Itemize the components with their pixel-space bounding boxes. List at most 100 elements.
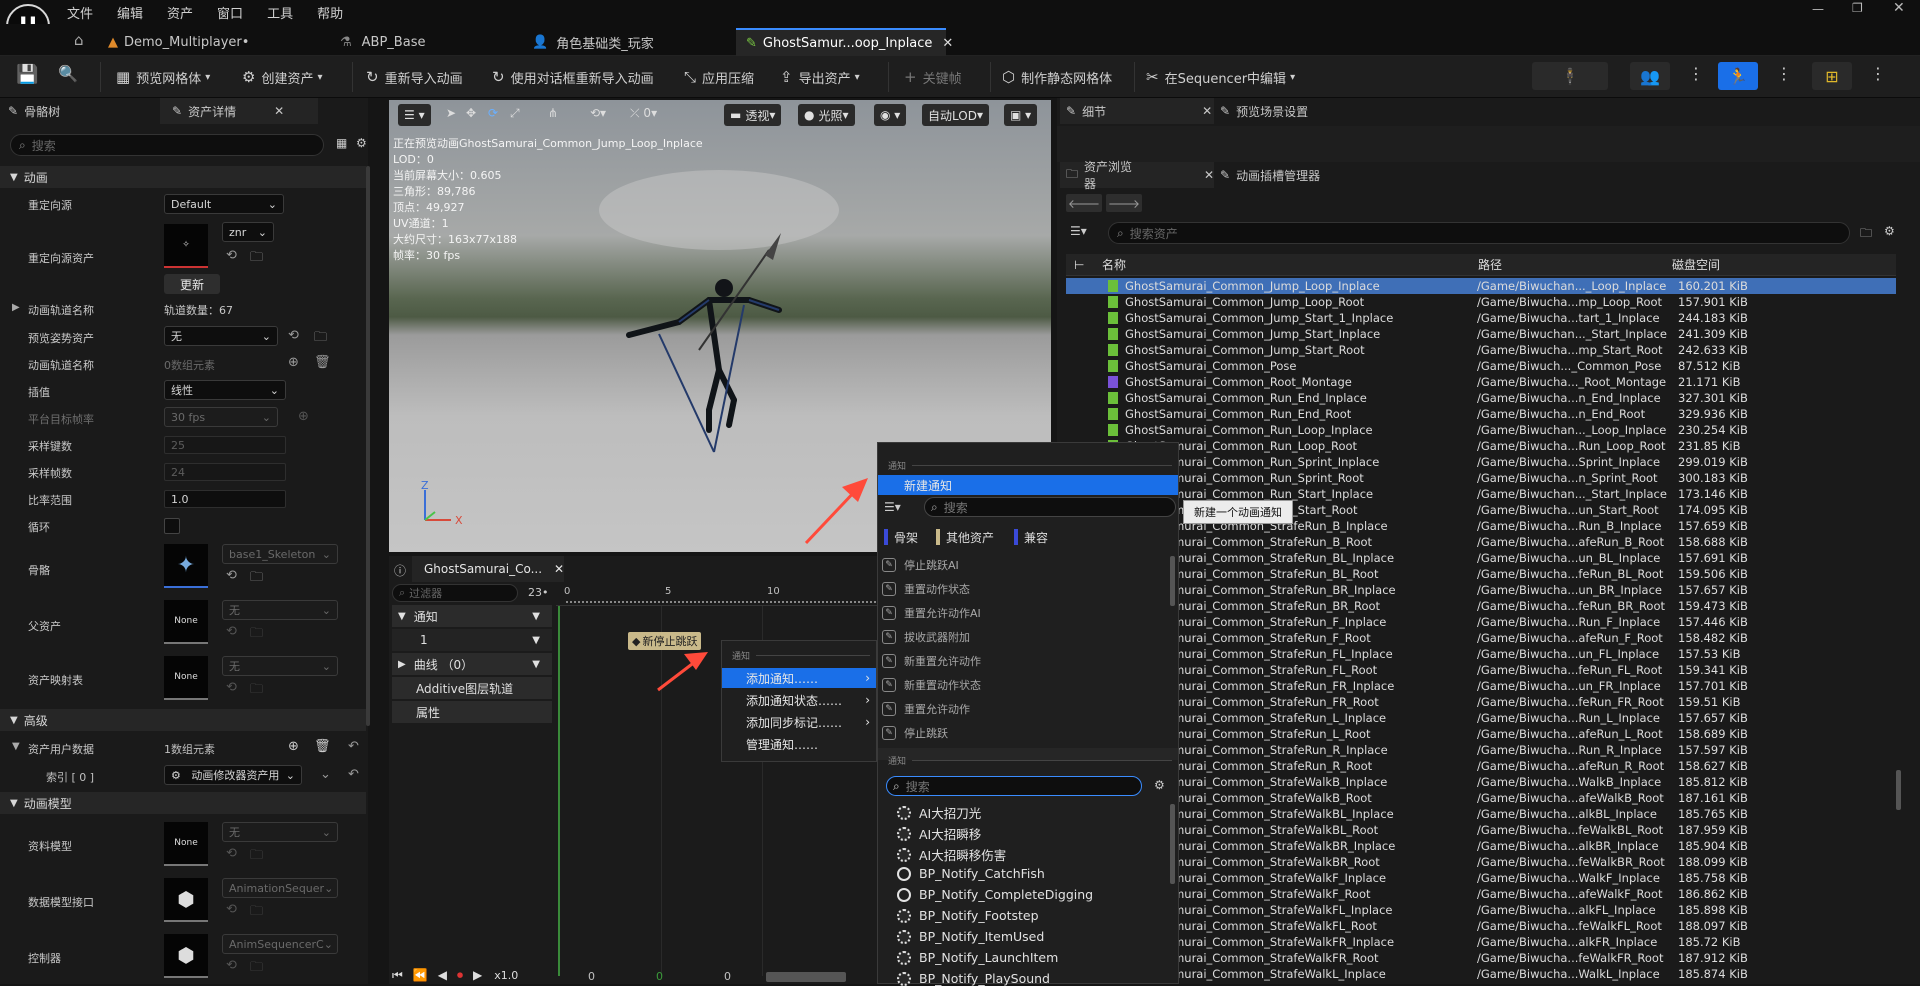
tab-player-character[interactable]: 👤 角色基础类_玩家 xyxy=(522,28,732,56)
column-name[interactable]: 名称 xyxy=(1102,256,1126,273)
help-icon[interactable]: ⓘ xyxy=(394,562,406,579)
use-selected-icon[interactable]: ⟲ xyxy=(288,328,299,343)
browse-asset-icon[interactable]: 🗀 xyxy=(250,248,263,270)
forward-button[interactable]: 🡒 xyxy=(1106,194,1142,212)
asset-row[interactable]: GhostSamurai_Common_Run_End_Root/Game/Bi… xyxy=(1066,406,1896,422)
reset-icon[interactable]: ↶ xyxy=(348,739,359,754)
asset-row[interactable]: GhostSamurai_Common_StrafeRun_BR_Inplace… xyxy=(1066,582,1896,598)
skeleton-notify-item[interactable]: ✎ 重置允许动作AI xyxy=(882,605,981,621)
asset-row[interactable]: GhostSamurai_Common_Run_Sprint_Root/Game… xyxy=(1066,470,1896,486)
skeleton-notify-item[interactable]: ✎ 停止跳跃AI xyxy=(882,557,959,573)
asset-row[interactable]: GhostSamurai_Common_StrafeWalkFL_Inplace… xyxy=(1066,902,1896,918)
asset-row[interactable]: GhostSamurai_Common_StrafeWalkFL_Root/Ga… xyxy=(1066,918,1896,934)
asset-row[interactable]: GhostSamurai_Common_StrafeWalkB_Root/Gam… xyxy=(1066,790,1896,806)
bp-list-scrollbar[interactable] xyxy=(1170,804,1175,884)
rate-scale-field[interactable]: 1.0 xyxy=(164,490,286,508)
use-selected-icon[interactable]: ⟲ xyxy=(226,680,237,695)
asset-mapping-dropdown[interactable]: 无 ⌄ xyxy=(222,656,338,676)
menu-tools[interactable]: 工具 xyxy=(267,3,293,22)
asset-row[interactable]: GhostSamurai_Common_StrafeRun_FL_Inplace… xyxy=(1066,646,1896,662)
timeline-filter-input[interactable]: ⌕ 过滤器 xyxy=(392,584,518,602)
bp-notify-search-input[interactable]: ⌕ 搜索 xyxy=(886,776,1142,796)
tab-details[interactable]: ✎ 细节 ✕ xyxy=(1060,98,1214,124)
platform-fps-dropdown[interactable]: 30 fps ⌄ xyxy=(164,407,278,427)
interpolation-dropdown[interactable]: 线性 ⌄ xyxy=(164,380,286,400)
left-scrollbar[interactable] xyxy=(366,166,370,726)
asset-search-input[interactable]: ⌕ 搜索资产 xyxy=(1108,222,1850,244)
asset-row[interactable]: GhostSamurai_Common_StrafeRun_L_Root/Gam… xyxy=(1066,726,1896,742)
timeline-tab[interactable]: GhostSamurai_Co... ✕ xyxy=(412,556,564,582)
asset-row[interactable]: GhostSamurai_Common_StrafeRun_F_Root/Gam… xyxy=(1066,630,1896,646)
settings-icon[interactable]: ⚙ xyxy=(1154,778,1165,792)
asset-row[interactable]: GhostSamurai_Common_StrafeWalkBL_Inplace… xyxy=(1066,806,1896,822)
rotate-tool-icon[interactable]: ⟳ xyxy=(488,106,498,120)
step-back-icon[interactable]: ⏪ xyxy=(413,968,428,982)
mesh-mode-icon[interactable]: 👥 xyxy=(1630,62,1670,90)
skeleton-notify-item[interactable]: ✎ 拔收武器附加 xyxy=(882,629,970,645)
add-element-icon[interactable]: ⊕ xyxy=(288,355,299,370)
asset-row[interactable]: GhostSamurai_Common_Jump_Loop_Root/Game/… xyxy=(1066,294,1896,310)
collapse-icon[interactable]: ▼ xyxy=(12,741,20,752)
add-sync-marker-item[interactable]: 添加同步标记…… › xyxy=(722,712,876,732)
additive-track-row[interactable]: Additive图层轨道 xyxy=(392,677,552,699)
notify-track-1-row[interactable]: 1 ▼ xyxy=(392,629,552,651)
data-model-interface-dropdown[interactable]: AnimationSequer ⌄ xyxy=(222,878,338,898)
more-options-icon[interactable]: ⋮ xyxy=(1870,64,1886,83)
home-icon[interactable]: ⌂ xyxy=(74,31,84,49)
add-element-icon[interactable]: ⊕ xyxy=(298,409,309,424)
reimport-button[interactable]: ↻ 重新导入动画 xyxy=(366,62,463,92)
section-advanced[interactable]: ▼ 高级 xyxy=(0,709,366,731)
asset-row[interactable]: GhostSamurai_Common_StrafeWalkBR_Root/Ga… xyxy=(1066,854,1896,870)
timeline-hscroll[interactable] xyxy=(766,972,846,982)
asset-row[interactable]: GhostSamurai_Common_Run_Loop_Inplace/Gam… xyxy=(1066,422,1896,438)
asset-row[interactable]: GhostSamurai_Common_StrafeRun_BR_Root/Ga… xyxy=(1066,598,1896,614)
update-button[interactable]: 更新 xyxy=(164,274,220,294)
data-model-thumbnail[interactable]: None xyxy=(164,822,208,866)
manage-notifies-item[interactable]: 管理通知…… xyxy=(722,734,876,754)
retarget-source-dropdown[interactable]: Default ⌄ xyxy=(164,194,284,214)
create-asset-button[interactable]: ⚙ 创建资产 ▾ xyxy=(242,62,323,92)
add-notify-state-item[interactable]: 添加通知状态…… › xyxy=(722,690,876,710)
add-notify-item[interactable]: 添加通知…… › xyxy=(722,668,876,688)
parent-asset-dropdown[interactable]: 无 ⌄ xyxy=(222,600,338,620)
close-tab-icon[interactable]: ✕ xyxy=(1202,104,1212,118)
asset-row[interactable]: GhostSamurai_Common_StrafeRun_FL_Root/Ga… xyxy=(1066,662,1896,678)
use-selected-icon[interactable]: ⟲ xyxy=(226,248,237,263)
attributes-track-row[interactable]: 属性 xyxy=(392,701,552,723)
skeleton-mode-icon[interactable]: 🕴 xyxy=(1532,62,1608,90)
use-selected-icon[interactable]: ⟲ xyxy=(226,846,237,861)
menu-edit[interactable]: 编辑 xyxy=(117,3,143,22)
viewport-options-button[interactable]: ☰ ▾ xyxy=(398,104,431,126)
blueprint-notify-item[interactable]: AI大招瞬移 xyxy=(897,824,981,843)
blueprint-notify-item[interactable]: BP_Notify_CatchFish xyxy=(897,866,1045,881)
reimport-dialog-button[interactable]: ↻ 使用对话框重新导入动画 xyxy=(492,62,654,92)
notifies-track-row[interactable]: ▼ 通知 ▼ xyxy=(392,605,552,627)
more-options-icon[interactable]: ⋮ xyxy=(1688,64,1704,83)
controller-thumbnail[interactable]: ⬢ xyxy=(164,934,208,978)
close-tab-icon[interactable]: ✕ xyxy=(1204,168,1214,182)
details-search-input[interactable]: ⌕ 搜索 xyxy=(10,134,324,156)
save-icon[interactable]: 💾 xyxy=(16,64,38,85)
section-anim-model[interactable]: ▼ 动画模型 xyxy=(0,792,366,814)
asset-row[interactable]: GhostSamurai_Common_StrafeWalkF_Root/Gam… xyxy=(1066,886,1896,902)
blueprint-mode-icon[interactable]: ⊞ xyxy=(1812,62,1852,90)
browse-asset-icon[interactable]: 🗀 xyxy=(314,328,327,350)
skeleton-notify-item[interactable]: ✎ 重置允许动作 xyxy=(882,701,970,717)
tree-icon[interactable]: ⊢ xyxy=(1074,258,1084,272)
delete-icon[interactable]: 🗑 xyxy=(314,355,331,370)
asset-row[interactable]: GhostSamurai_Common_StrafeWalkBR_Inplace… xyxy=(1066,838,1896,854)
play-icon[interactable]: ▶ xyxy=(473,968,482,982)
reset-icon[interactable]: ↶ xyxy=(348,767,359,782)
skip-start-icon[interactable]: ⏮ xyxy=(392,968,403,983)
asset-row[interactable]: GhostSamurai_Common_StrafeWalkBL_Root/Ga… xyxy=(1066,822,1896,838)
blueprint-notify-item[interactable]: BP_Notify_ItemUsed xyxy=(897,929,1044,944)
skeleton-notify-item[interactable]: ✎ 重置动作状态 xyxy=(882,581,970,597)
asset-row[interactable]: GhostSamurai_Common_Jump_Loop_Inplace/Ga… xyxy=(1066,278,1896,294)
menu-file[interactable]: 文件 xyxy=(67,3,93,22)
skeleton-thumbnail[interactable]: ✦ xyxy=(164,544,208,588)
lod-button[interactable]: 自动LOD ▾ xyxy=(922,104,989,126)
asset-row[interactable]: GhostSamurai_Common_Run_Loop_Root/Game/B… xyxy=(1066,438,1896,454)
loop-checkbox[interactable] xyxy=(164,518,180,534)
retarget-znr-dropdown[interactable]: znr ⌄ xyxy=(222,222,274,242)
scale-tool-icon[interactable]: ⤢ xyxy=(510,106,520,121)
